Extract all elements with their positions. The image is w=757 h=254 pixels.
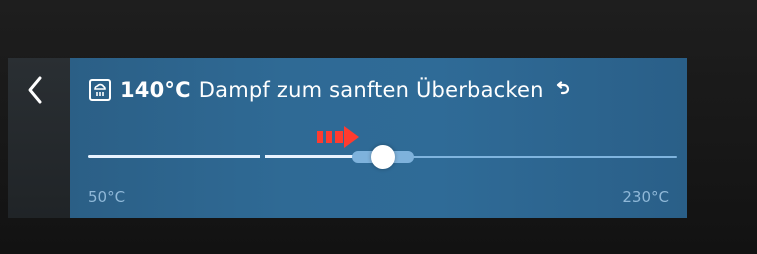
slider-min-label: 50°C xyxy=(88,188,126,206)
temperature-value: 140°C xyxy=(120,78,191,102)
temperature-slider[interactable] xyxy=(88,144,677,170)
chevron-left-icon xyxy=(28,76,42,104)
slider-max-label: 230°C xyxy=(622,188,669,206)
slider-track-active xyxy=(88,155,365,158)
slider-thumb[interactable] xyxy=(371,145,395,169)
temperature-panel: 140°C Dampf zum sanften Überbacken 50°C … xyxy=(70,58,687,218)
undo-icon[interactable] xyxy=(554,81,572,99)
back-button[interactable] xyxy=(18,70,58,110)
mode-description: Dampf zum sanften Überbacken xyxy=(198,78,544,102)
slider-segment-gap xyxy=(260,153,265,161)
oven-display: 140°C Dampf zum sanften Überbacken 50°C … xyxy=(0,0,757,254)
slider-track-inactive xyxy=(401,156,677,158)
mode-header: 140°C Dampf zum sanften Überbacken xyxy=(88,78,572,102)
steam-oven-icon xyxy=(89,79,111,101)
